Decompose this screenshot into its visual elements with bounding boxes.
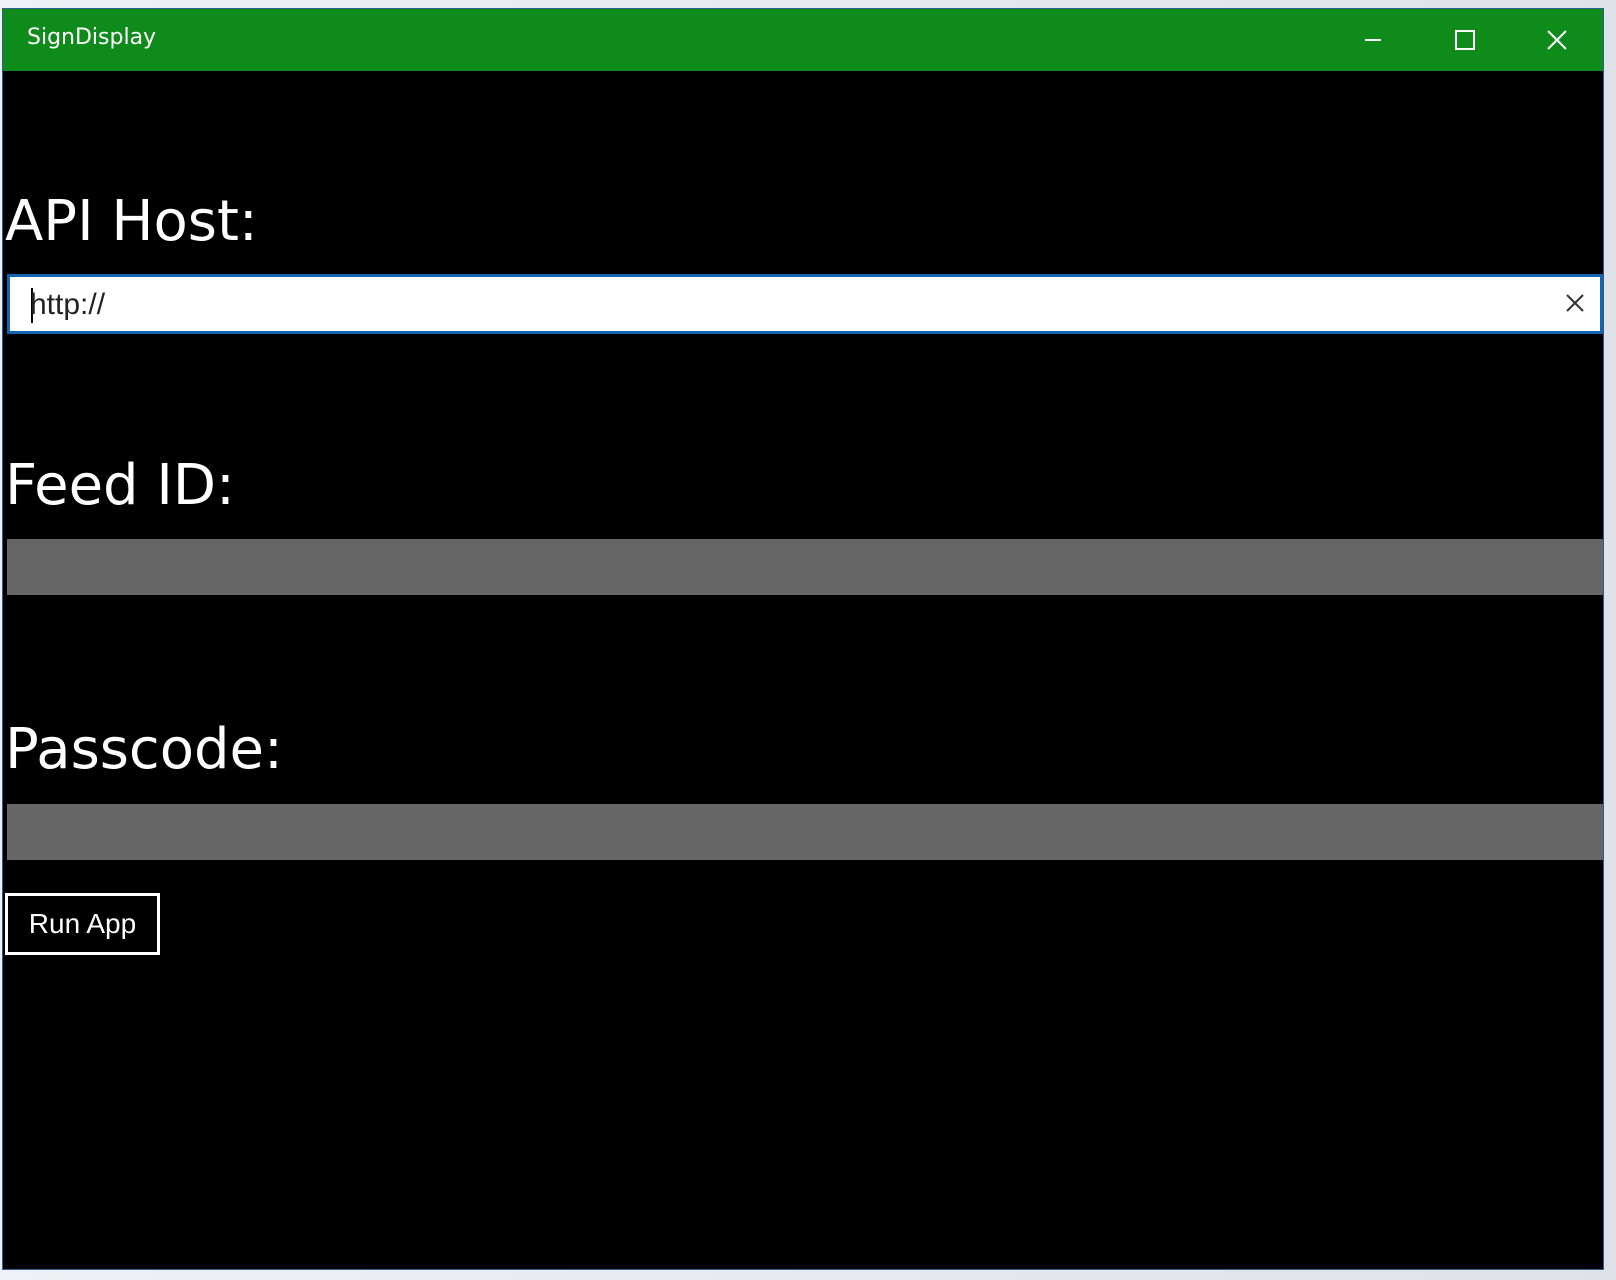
- window-title: SignDisplay: [27, 25, 157, 50]
- close-button[interactable]: [1511, 9, 1603, 71]
- clear-input-button[interactable]: [1560, 290, 1590, 320]
- close-icon: [1546, 29, 1568, 51]
- passcode-label: Passcode:: [5, 717, 283, 782]
- clear-icon: [1564, 292, 1586, 318]
- feed-id-input[interactable]: [7, 539, 1603, 595]
- feed-id-label: Feed ID:: [5, 453, 235, 518]
- api-host-label: API Host:: [5, 189, 258, 254]
- run-app-button[interactable]: Run App: [5, 893, 160, 955]
- desktop-background: SignDisplay API Host: http:// Feed ID: P…: [0, 0, 1616, 1280]
- minimize-icon: [1363, 30, 1383, 50]
- minimize-button[interactable]: [1327, 9, 1419, 71]
- maximize-icon: [1454, 29, 1476, 51]
- maximize-button[interactable]: [1419, 9, 1511, 71]
- api-host-input[interactable]: http://: [7, 274, 1603, 334]
- form-content: API Host: http:// Feed ID: Passcode: Run…: [3, 71, 1603, 1269]
- passcode-input[interactable]: [7, 804, 1603, 860]
- window-controls: [1327, 9, 1603, 71]
- app-window: SignDisplay API Host: http:// Feed ID: P…: [2, 8, 1604, 1270]
- api-host-value: http://: [30, 288, 106, 321]
- title-bar[interactable]: SignDisplay: [3, 9, 1603, 71]
